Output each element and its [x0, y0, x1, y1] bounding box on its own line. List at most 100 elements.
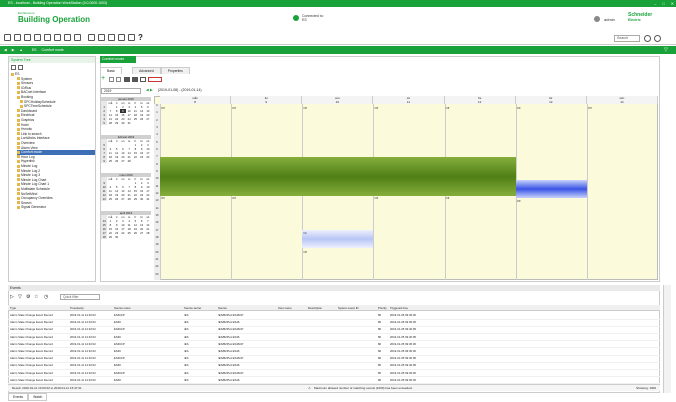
view-week-icon[interactable]	[132, 77, 138, 82]
date-range: (2019-01-08) - (2019-01-14)	[158, 88, 202, 92]
tree-item-label: Minute Log	[21, 164, 38, 168]
save-icon[interactable]	[14, 34, 21, 41]
column-header[interactable]: Priority	[378, 305, 387, 311]
link-icon[interactable]	[98, 34, 105, 41]
month-grid: må ti on to fr lö sö 1 1 2 3 4 5 6 2 7 8 9 10 11 12 13 3 14 15 16…	[101, 101, 151, 125]
close-button[interactable]: ✕	[671, 0, 674, 7]
add-event-icon[interactable]: +	[101, 75, 107, 82]
tree-item-label: Signal Generator	[21, 205, 46, 210]
month-calendar: februari 2019 må ti on to fr lö sö 5 1 2 3 6 4 5 6 7 8 9 10…	[101, 135, 151, 163]
table-cell: /ES	[184, 320, 189, 325]
alarm-icon[interactable]: ⚙	[26, 294, 30, 300]
column-header[interactable]: User name	[278, 305, 292, 311]
filter-icon-events[interactable]: ▽	[18, 294, 22, 300]
table-cell: ES46CP	[114, 370, 125, 375]
wednesday-on-block[interactable]	[302, 230, 374, 249]
forward-icon[interactable]: ▶	[12, 48, 15, 52]
tab-advanced[interactable]: Advanced	[132, 67, 161, 74]
folder-icon	[17, 114, 20, 118]
tree-refresh-icon[interactable]	[18, 65, 23, 70]
window-title: ES - localhost - Building Operation Work…	[0, 0, 676, 7]
calendar-day[interactable]	[145, 235, 151, 239]
column-header[interactable]: Description	[308, 305, 322, 311]
minimize-button[interactable]: –	[654, 0, 656, 7]
column-header[interactable]: Source	[218, 305, 227, 311]
up-icon[interactable]: ▲	[19, 48, 22, 52]
exception-icon[interactable]	[148, 77, 162, 82]
folder-icon	[17, 187, 20, 191]
folder-icon	[17, 173, 20, 177]
maximize-button[interactable]: □	[662, 0, 664, 7]
view-day-icon[interactable]	[124, 77, 130, 82]
copy-icon[interactable]	[54, 34, 61, 41]
add-icon[interactable]	[34, 34, 41, 41]
tool-icon[interactable]	[88, 34, 95, 41]
column-header[interactable]: Source name	[114, 305, 131, 311]
company-sub: Electric	[628, 18, 641, 22]
filter-icon-nav[interactable]: ▽	[664, 47, 668, 53]
tree-item-label: Booking	[21, 95, 33, 99]
clock-icon[interactable]: ◷	[44, 294, 48, 300]
table-cell: /ES	[184, 356, 189, 361]
off-label: Off	[161, 196, 165, 201]
delete-icon[interactable]	[74, 34, 81, 41]
table-cell: /ES/B2PLA ES46CP	[218, 313, 244, 317]
column-header[interactable]: Triggered time	[390, 305, 408, 311]
column-header[interactable]: Timestamp	[70, 305, 84, 311]
table-cell: Alarm State Change Event Record	[10, 349, 53, 353]
paste-icon[interactable]	[64, 34, 71, 41]
quick-filter-input[interactable]: Quick filter	[60, 294, 100, 300]
search-icon[interactable]	[644, 35, 651, 42]
calendar-day[interactable]	[145, 121, 151, 125]
user-menu[interactable]: admin	[604, 17, 615, 22]
cut-icon[interactable]	[44, 34, 51, 41]
settings-icon[interactable]	[118, 34, 125, 41]
year-select[interactable]: 2019	[101, 88, 141, 94]
tree-filter-icon[interactable]	[11, 65, 16, 70]
tab-comfort-mode[interactable]: Comfort mode	[100, 56, 136, 63]
calendar-day[interactable]	[145, 159, 151, 163]
connection-status: Connected to: ES	[302, 14, 324, 22]
refresh-icon[interactable]	[24, 34, 31, 41]
star-icon[interactable]: ☆	[34, 294, 38, 300]
app-header	[0, 7, 676, 31]
column-header[interactable]: Source server	[184, 305, 201, 311]
column-header[interactable]: Type	[10, 305, 16, 311]
tab-watch[interactable]: Watch	[28, 393, 48, 401]
search-input[interactable]: Search	[614, 35, 640, 42]
tree-item[interactable]: Signal Generator	[17, 205, 95, 210]
tab-events[interactable]: Events	[8, 393, 29, 401]
tree-item-label: IO/Bus	[21, 85, 32, 90]
back-icon[interactable]: ◀	[4, 48, 7, 52]
calendar-day[interactable]: 31	[145, 197, 151, 201]
table-cell: 80	[378, 313, 382, 317]
day-header: tor 11	[373, 96, 445, 104]
table-cell: 2019-01-11 14:32:02	[70, 370, 96, 375]
next-week-icon[interactable]: ▶	[150, 88, 153, 92]
table-cell: 2019-01-11 14:32:02	[70, 377, 96, 382]
table-cell: /ES/B2PLA ES46	[218, 334, 240, 339]
help-icon[interactable]: ?	[138, 33, 143, 42]
column-header[interactable]: System event ID	[338, 305, 359, 311]
advanced-search-icon[interactable]	[654, 35, 661, 42]
play-icon[interactable]: ▷	[10, 294, 14, 300]
saturday-on-block[interactable]	[515, 179, 587, 198]
remove-icon[interactable]	[116, 77, 121, 82]
breadcrumb-item[interactable]: Comfort mode	[41, 48, 63, 52]
folder-icon	[17, 160, 20, 164]
edit-icon[interactable]	[109, 77, 114, 82]
table-cell: Alarm State Change Event Record	[10, 327, 53, 332]
breadcrumb-root[interactable]: ES	[32, 48, 37, 52]
table-cell: 80	[378, 370, 382, 375]
tab-basic[interactable]: Basic	[100, 67, 123, 74]
lock-icon[interactable]	[128, 34, 135, 41]
off-label: Off	[161, 105, 165, 110]
tab-properties[interactable]: Properties	[160, 67, 190, 74]
table-cell: 2019-01-05 09:40:05	[390, 327, 416, 332]
view-month-icon[interactable]	[140, 77, 146, 82]
comfort-on-block[interactable]	[160, 156, 516, 196]
table-cell: /ES	[184, 327, 189, 332]
filter-icon[interactable]	[108, 34, 115, 41]
menu-icon[interactable]	[4, 34, 11, 41]
prev-week-icon[interactable]: ◀	[146, 88, 149, 92]
